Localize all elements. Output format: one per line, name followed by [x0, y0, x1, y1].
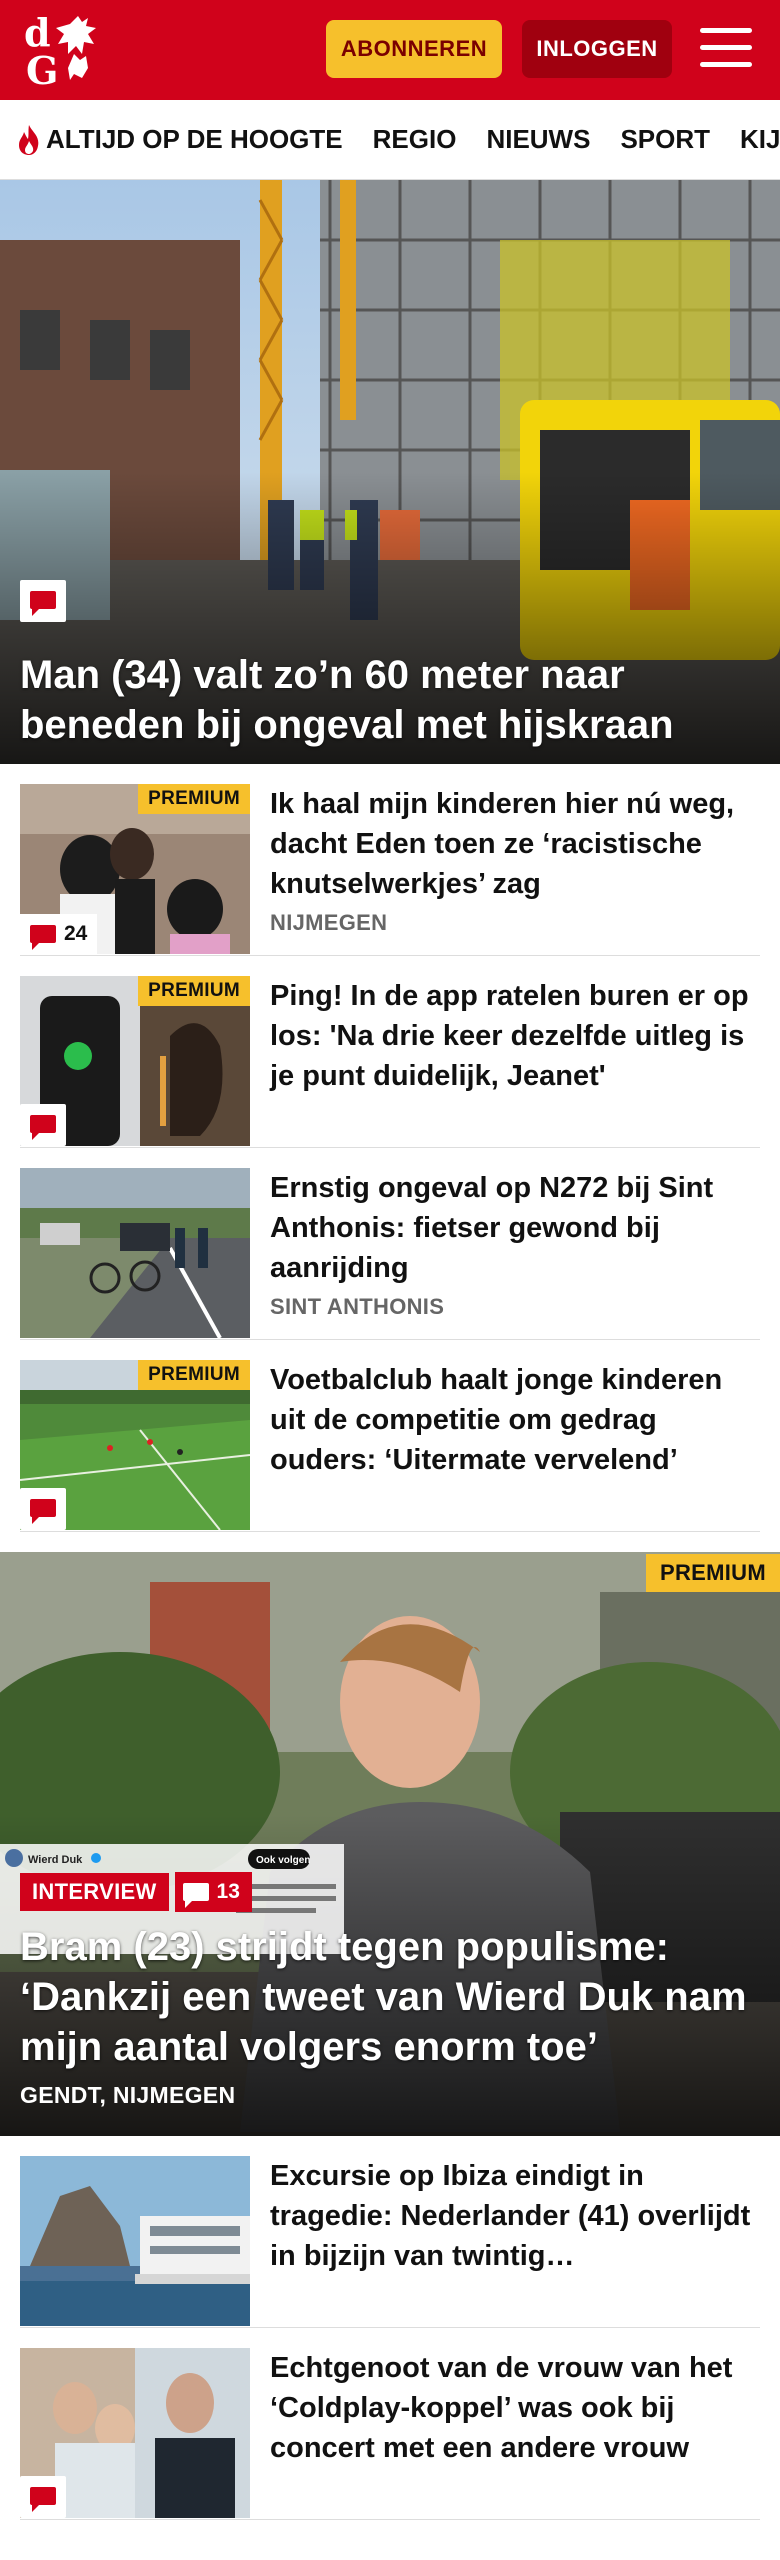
article-thumbnail: PREMIUM 24	[20, 784, 250, 954]
dg-logo[interactable]: d G	[18, 10, 118, 90]
article-thumbnail: PREMIUM	[20, 976, 250, 1146]
nav-item-sport[interactable]: SPORT	[620, 124, 710, 155]
thumbnail-image	[20, 2156, 250, 2326]
comment-count: 24	[20, 914, 98, 954]
article-title[interactable]: Ernstig ongeval op N272 bij Sint Anthoni…	[270, 1168, 760, 1288]
feature-title[interactable]: Bram (23) strijdt tegen populisme: ‘Dank…	[20, 1922, 760, 2072]
login-button[interactable]: INLOGGEN	[522, 20, 672, 78]
hero-article[interactable]: Man (34) valt zo’n 60 meter naar beneden…	[0, 180, 780, 764]
comment-count-label: 13	[216, 1880, 240, 1903]
feature-article[interactable]: Wierd Duk Ook volgen PREMIUM INTERVIEW 1…	[0, 1552, 780, 2136]
nav-item-nieuws[interactable]: NIEUWS	[486, 124, 590, 155]
list-item[interactable]: Echtgenoot van de vrouw van het ‘Coldpla…	[20, 2328, 760, 2520]
article-location: SINT ANTHONIS	[270, 1294, 445, 1319]
article-thumbnail: PREMIUM	[20, 1360, 250, 1530]
comment-count: 13	[174, 1872, 252, 1912]
subscribe-button[interactable]: ABONNEREN	[326, 20, 502, 78]
article-title[interactable]: Ik haal mijn kinderen hier nú weg, dacht…	[270, 784, 760, 904]
article-title[interactable]: Excursie op Ibiza eindigt in tragedie: N…	[270, 2156, 760, 2276]
article-thumbnail	[20, 2156, 250, 2326]
list-item[interactable]: PREMIUM 24 Ik haal mijn kinderen hier nú…	[20, 764, 760, 956]
premium-badge: PREMIUM	[138, 1360, 250, 1390]
comment-icon	[20, 1488, 66, 1530]
article-location: NIJMEGEN	[270, 910, 388, 935]
nav-item-kijk[interactable]: KIJK	[740, 124, 780, 155]
nav-label: ALTIJD OP DE HOOGTE	[46, 124, 343, 154]
comment-icon	[30, 925, 56, 950]
svg-text:Ook volgen: Ook volgen	[256, 1855, 310, 1866]
section-nav: ALTIJD OP DE HOOGTE REGIO NIEUWS SPORT K…	[0, 100, 780, 180]
flame-icon	[19, 124, 39, 155]
nav-item-altijd-op-de-hoogte[interactable]: ALTIJD OP DE HOOGTE	[16, 124, 343, 156]
interview-tag: INTERVIEW	[20, 1873, 169, 1911]
list-item[interactable]: Ernstig ongeval op N272 bij Sint Anthoni…	[20, 1148, 760, 1340]
comment-icon	[20, 1104, 66, 1146]
hamburger-icon[interactable]	[700, 28, 752, 70]
comment-icon	[20, 580, 66, 622]
article-thumbnail	[20, 1168, 250, 1338]
premium-badge: PREMIUM	[646, 1554, 780, 1592]
article-thumbnail	[20, 2348, 250, 2518]
thumbnail-image	[20, 1168, 250, 1338]
premium-badge: PREMIUM	[138, 784, 250, 814]
hero-title[interactable]: Man (34) valt zo’n 60 meter naar beneden…	[20, 650, 760, 750]
comment-count-label: 24	[64, 922, 88, 945]
top-bar: d G ABONNEREN INLOGGEN	[0, 0, 780, 100]
comment-icon	[20, 2476, 66, 2518]
svg-text:G: G	[26, 48, 58, 90]
article-title[interactable]: Echtgenoot van de vrouw van het ‘Coldpla…	[270, 2348, 760, 2468]
nav-item-regio[interactable]: REGIO	[373, 124, 457, 155]
article-title[interactable]: Ping! In de app ratelen buren er op los:…	[270, 976, 760, 1096]
feature-location: GENDT, NIJMEGEN	[20, 2082, 236, 2108]
list-item[interactable]: PREMIUM Voetbalclub haalt jonge kinderen…	[20, 1340, 760, 1532]
premium-badge: PREMIUM	[138, 976, 250, 1006]
comment-icon	[182, 1883, 209, 1908]
list-item[interactable]: PREMIUM Ping! In de app ratelen buren er…	[20, 956, 760, 1148]
list-item[interactable]: Excursie op Ibiza eindigt in tragedie: N…	[20, 2136, 760, 2328]
svg-text:Wierd Duk: Wierd Duk	[28, 1854, 83, 1866]
article-title[interactable]: Voetbalclub haalt jonge kinderen uit de …	[270, 1360, 760, 1480]
